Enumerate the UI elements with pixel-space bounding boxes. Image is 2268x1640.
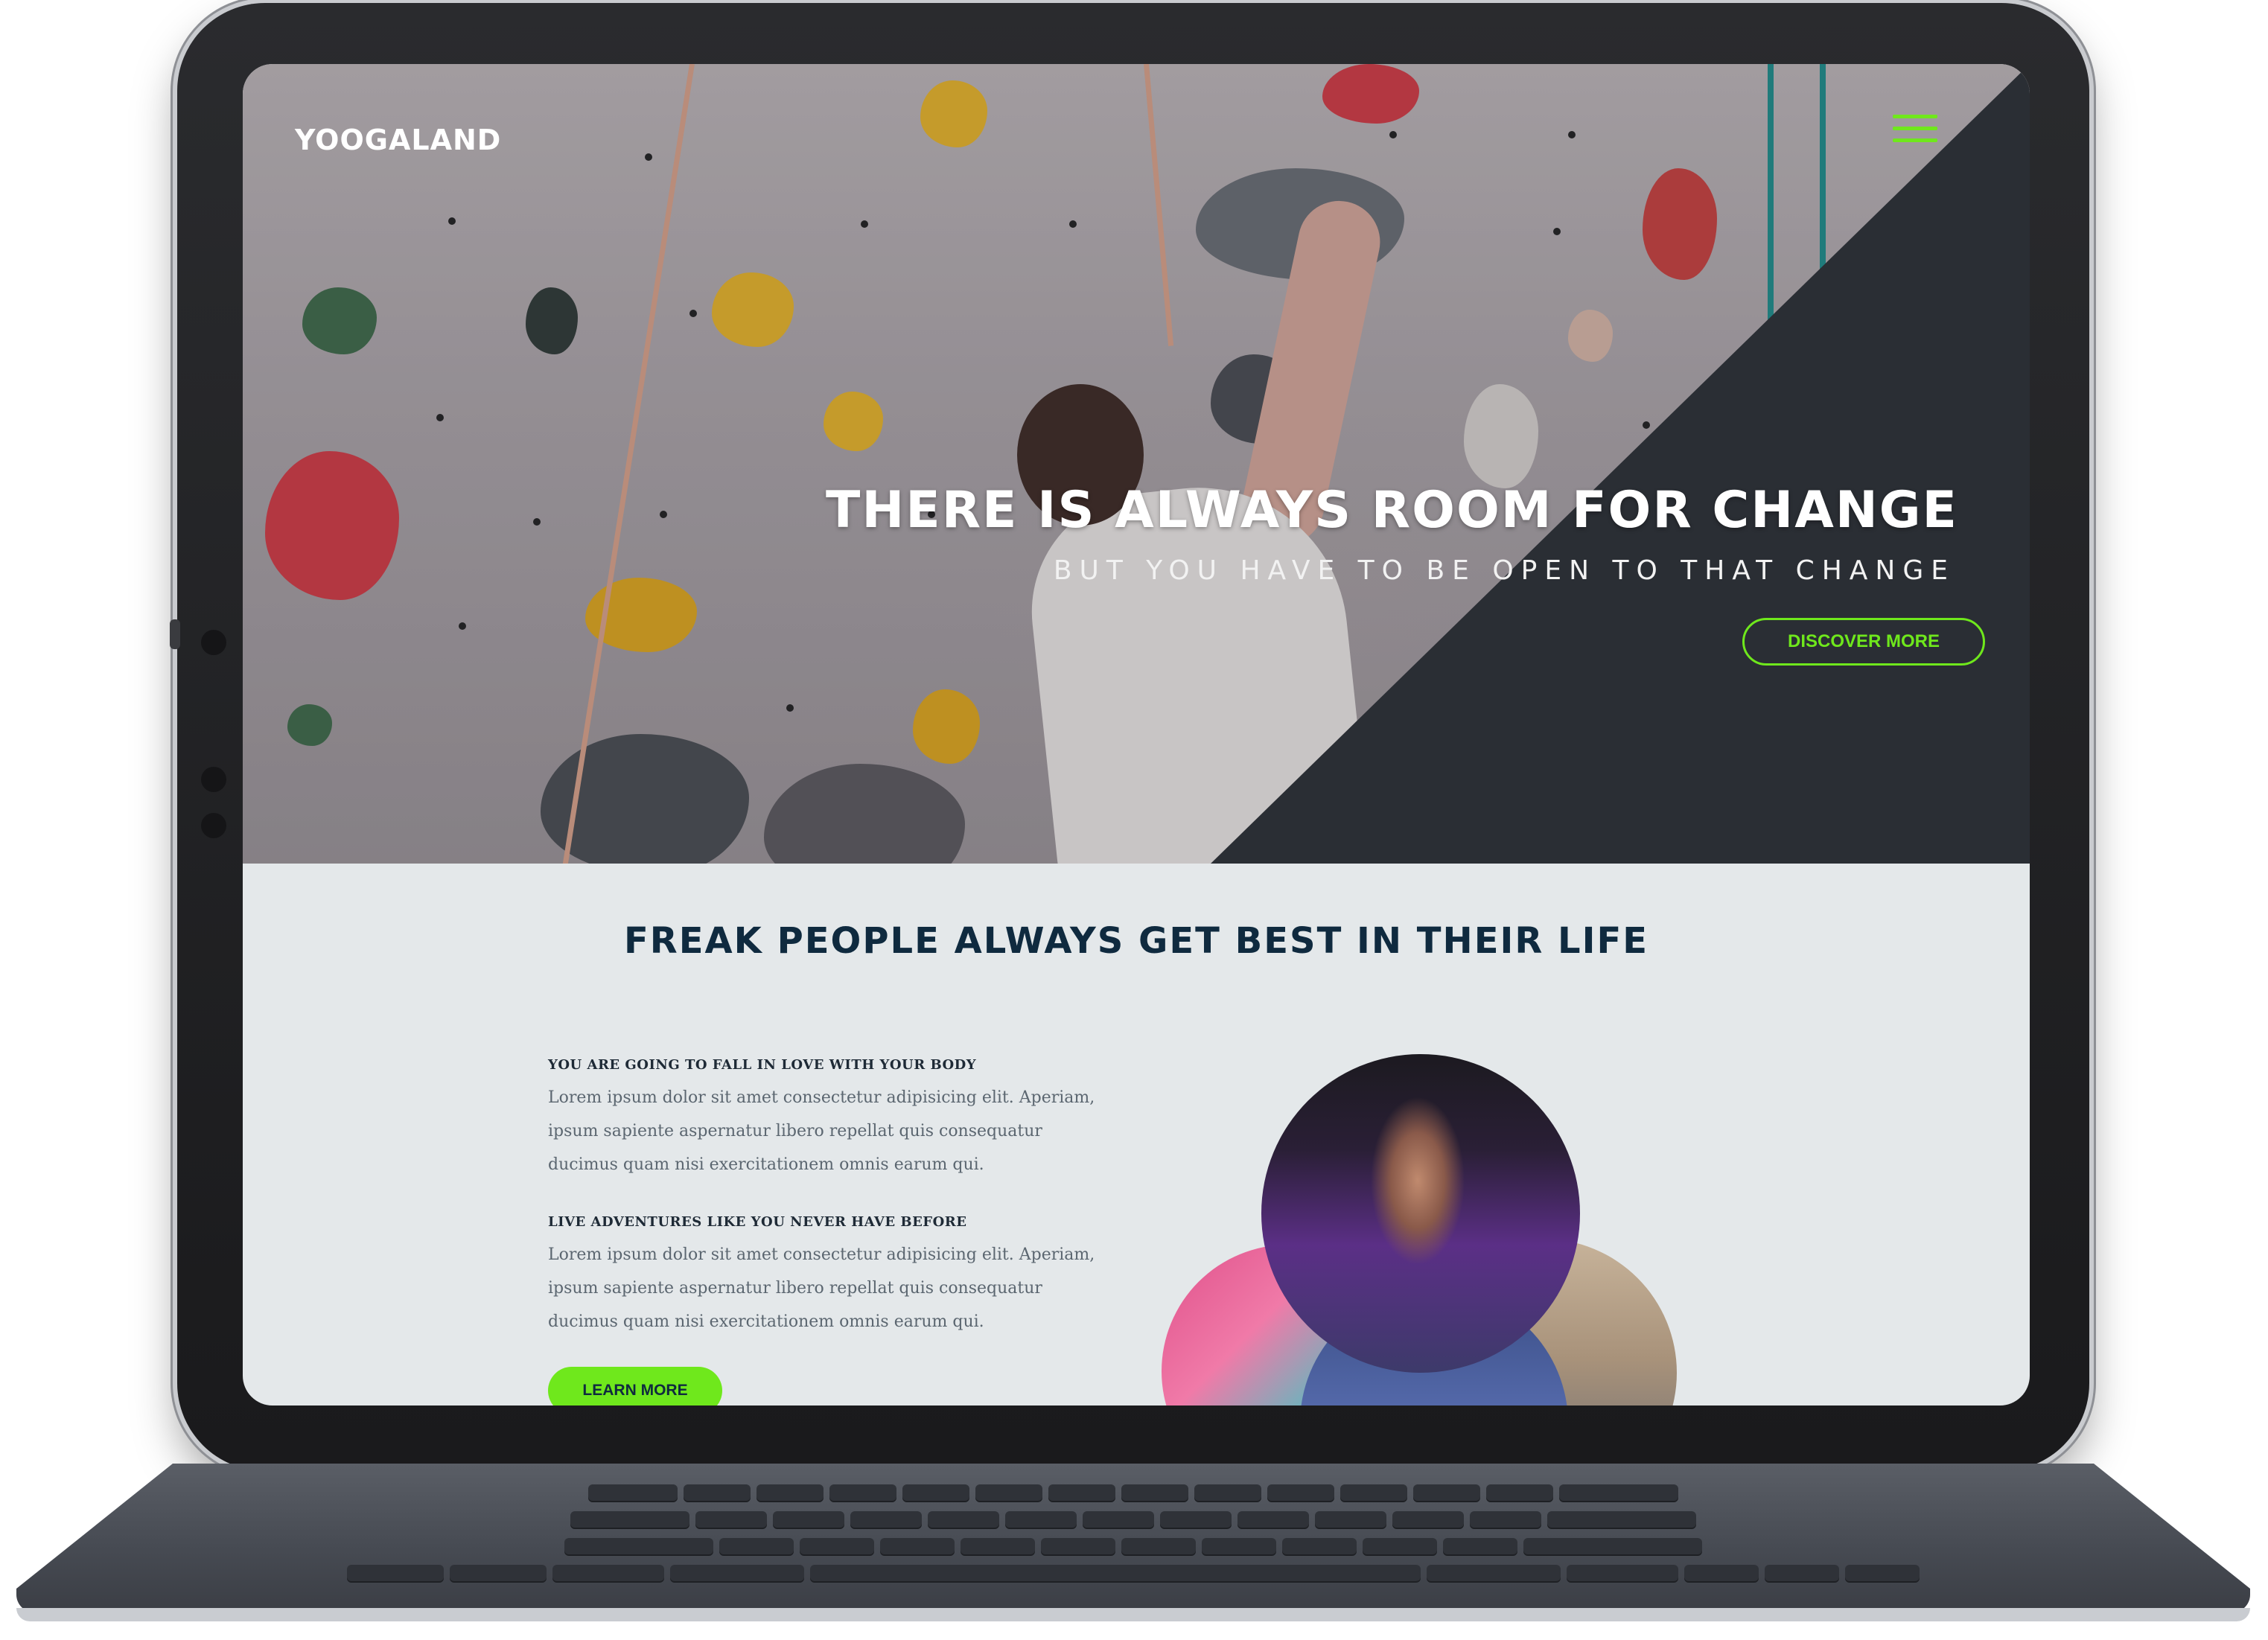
key: [1567, 1565, 1678, 1583]
feature-text: Lorem ipsum dolor sit amet consectetur a…: [548, 1088, 1095, 1174]
key: [1340, 1484, 1407, 1502]
key: [570, 1511, 689, 1529]
key: [719, 1538, 794, 1556]
key: [880, 1538, 955, 1556]
key: [1315, 1511, 1386, 1529]
key: [810, 1565, 1421, 1583]
key: [1486, 1484, 1553, 1502]
fitness-photo-circle: [1261, 1054, 1580, 1373]
key: [1048, 1484, 1115, 1502]
key: [1005, 1511, 1077, 1529]
keyboard-base: [16, 1608, 2250, 1621]
key: [1470, 1511, 1541, 1529]
key: [1267, 1484, 1334, 1502]
feature-heading: LIVE ADVENTURES LIKE YOU NEVER HAVE BEFO…: [548, 1214, 967, 1230]
keyboard-row: [16, 1538, 2250, 1556]
keyboard-row: [16, 1484, 2250, 1502]
key: [450, 1565, 547, 1583]
keyboard: [16, 1464, 2250, 1612]
key: [1413, 1484, 1480, 1502]
key: [850, 1511, 922, 1529]
key: [1083, 1511, 1154, 1529]
key: [1845, 1565, 1920, 1583]
key: [1547, 1511, 1696, 1529]
key: [684, 1484, 751, 1502]
key: [1523, 1538, 1702, 1556]
key: [1121, 1484, 1188, 1502]
key: [829, 1484, 896, 1502]
keyboard-row: [16, 1565, 2250, 1583]
key: [1194, 1484, 1261, 1502]
feature-text: Lorem ipsum dolor sit amet consectetur a…: [548, 1245, 1095, 1331]
key: [670, 1565, 804, 1583]
key: [773, 1511, 844, 1529]
key: [1684, 1565, 1759, 1583]
hero-subtitle: BUT YOU HAVE TO BE OPEN TO THAT CHANGE: [1053, 555, 1955, 586]
key: [1237, 1511, 1309, 1529]
discover-more-button[interactable]: DISCOVER MORE: [1742, 618, 1985, 666]
key: [975, 1484, 1042, 1502]
sensor-icon: [201, 767, 226, 792]
key: [695, 1511, 767, 1529]
key: [552, 1565, 664, 1583]
feature-heading: YOU ARE GOING TO FALL IN LOVE WITH YOUR …: [548, 1057, 977, 1073]
browser-screen: YOOGALAND THERE IS ALWAYS ROOM FOR CHANG…: [243, 64, 2030, 1406]
key: [1363, 1538, 1437, 1556]
camera-icon: [201, 630, 226, 655]
key: [1121, 1538, 1196, 1556]
key: [928, 1511, 999, 1529]
key: [1392, 1511, 1464, 1529]
key: [588, 1484, 678, 1502]
key: [902, 1484, 969, 1502]
keyboard-row: [16, 1511, 2250, 1529]
key: [1041, 1538, 1115, 1556]
key: [1765, 1565, 1839, 1583]
hero-title: THERE IS ALWAYS ROOM FOR CHANGE: [825, 481, 1958, 540]
key: [347, 1565, 444, 1583]
key: [1202, 1538, 1276, 1556]
sensor-icon: [201, 813, 226, 838]
key: [1443, 1538, 1517, 1556]
key: [1559, 1484, 1678, 1502]
hero-section: YOOGALAND THERE IS ALWAYS ROOM FOR CHANG…: [243, 64, 2030, 864]
key: [961, 1538, 1035, 1556]
hamburger-menu-icon[interactable]: [1893, 115, 1937, 147]
section-title: FREAK PEOPLE ALWAYS GET BEST IN THEIR LI…: [623, 920, 1649, 962]
side-button: [170, 619, 180, 649]
key: [756, 1484, 824, 1502]
learn-more-button[interactable]: LEARN MORE: [548, 1367, 722, 1406]
key: [564, 1538, 713, 1556]
key: [1160, 1511, 1232, 1529]
key: [800, 1538, 874, 1556]
site-logo[interactable]: YOOGALAND: [295, 124, 501, 156]
key: [1282, 1538, 1357, 1556]
key: [1427, 1565, 1561, 1583]
